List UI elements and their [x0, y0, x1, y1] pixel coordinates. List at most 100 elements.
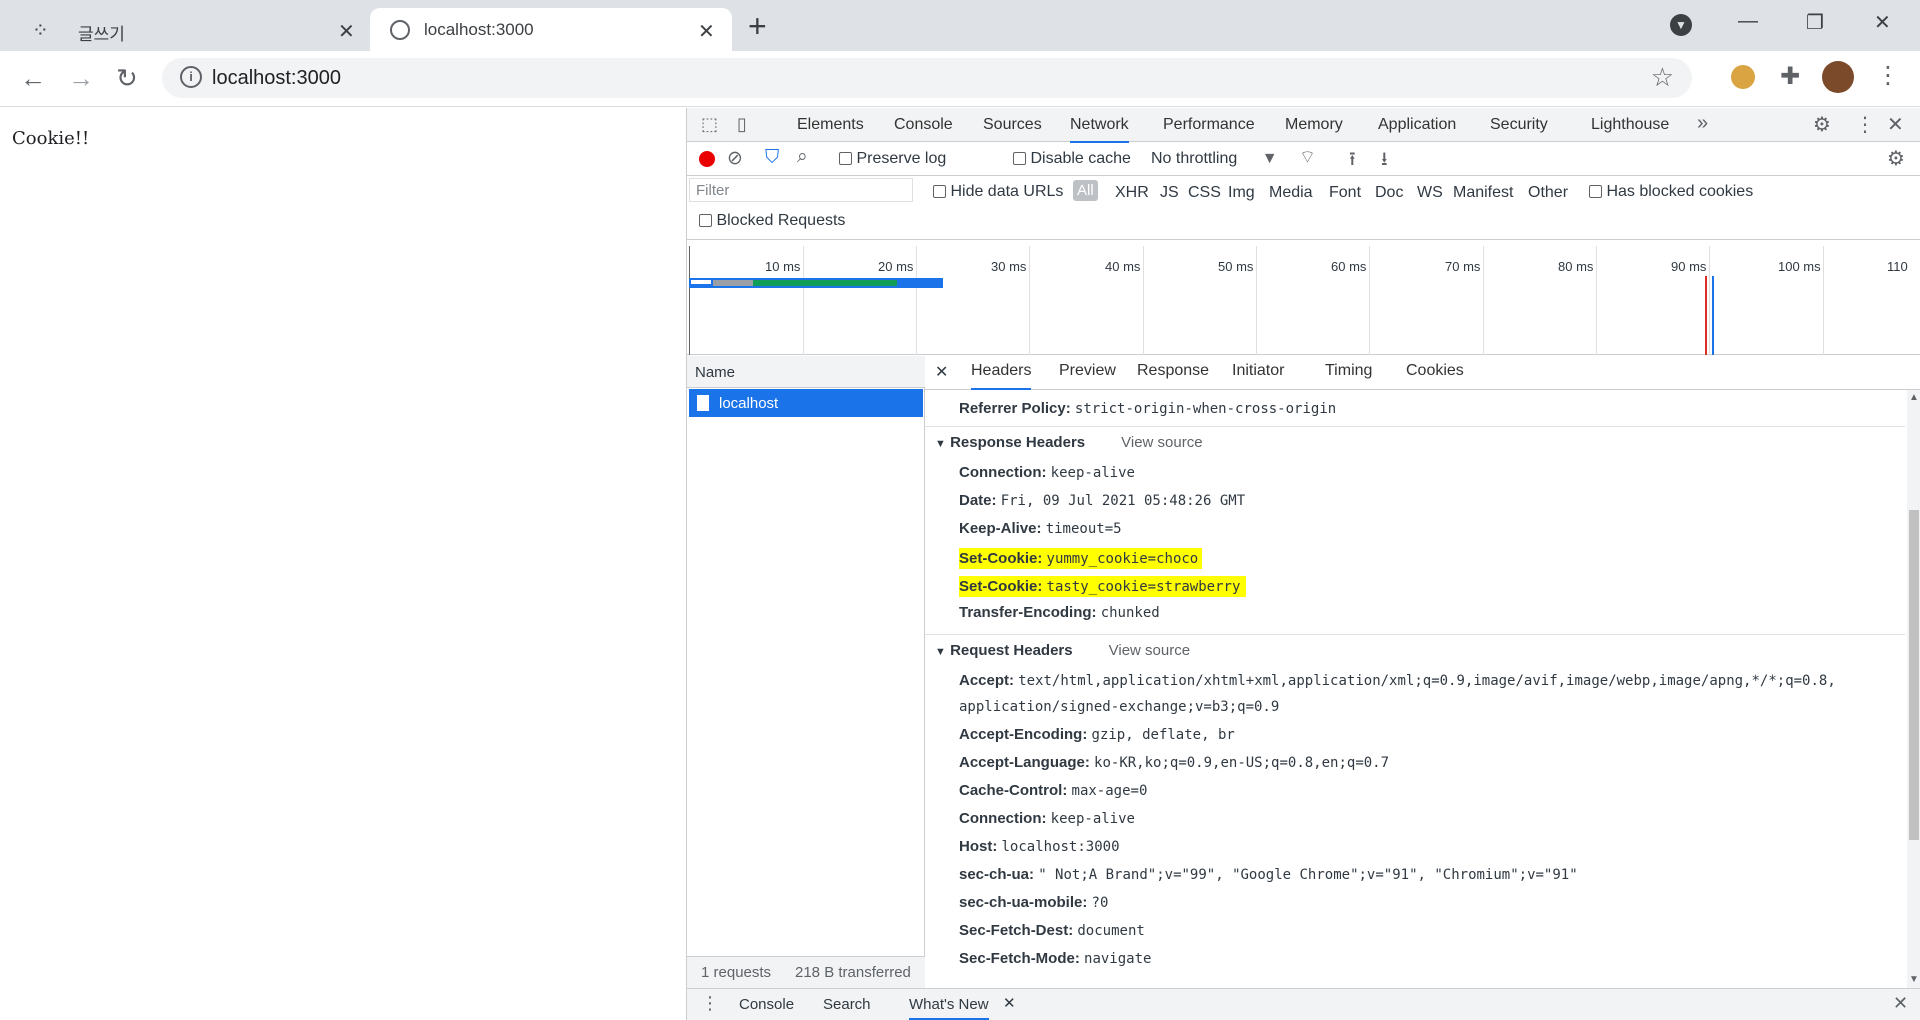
filter-js[interactable]: JS	[1160, 184, 1179, 202]
clear-icon[interactable]: ⊘	[727, 147, 743, 170]
drawer-menu-icon[interactable]: ⋮	[701, 993, 719, 1014]
tab-write[interactable]: ⁘ 글쓰기 ✕	[14, 8, 370, 51]
scroll-up-icon[interactable]: ▲	[1909, 392, 1919, 403]
reload-icon[interactable]: ↻	[116, 63, 138, 94]
scroll-down-icon[interactable]: ▼	[1909, 974, 1919, 985]
restore-icon[interactable]: ❐	[1806, 10, 1824, 35]
drawer-tab-console[interactable]: Console	[739, 996, 794, 1013]
star-icon[interactable]: ☆	[1651, 62, 1674, 93]
close-icon[interactable]: ✕	[698, 19, 715, 44]
filter-img[interactable]: Img	[1228, 184, 1255, 202]
filter-media[interactable]: Media	[1269, 184, 1313, 202]
request-headers-section[interactable]: ▼ Request Headers View source	[935, 642, 1190, 659]
inspect-icon[interactable]: ⬚	[701, 114, 718, 135]
tab-lighthouse[interactable]: Lighthouse	[1591, 116, 1669, 134]
tab-localhost[interactable]: localhost:3000 ✕	[370, 8, 732, 51]
new-tab-icon[interactable]: +	[748, 8, 767, 45]
window-close-icon[interactable]: ✕	[1874, 10, 1891, 35]
kebab-menu-icon[interactable]: ⋮	[1855, 112, 1875, 137]
url-text[interactable]: localhost:3000	[212, 67, 341, 90]
tab-security[interactable]: Security	[1490, 116, 1548, 134]
filter-xhr[interactable]: XHR	[1115, 184, 1149, 202]
tab-elements[interactable]: Elements	[797, 116, 864, 134]
tab-search-icon[interactable]: ▼	[1670, 14, 1692, 36]
filter-css[interactable]: CSS	[1188, 184, 1221, 202]
record-icon[interactable]	[699, 151, 715, 167]
close-detail-icon[interactable]: ✕	[935, 362, 948, 382]
network-conditions-icon[interactable]: ⌔	[1299, 146, 1316, 169]
filter-ws[interactable]: WS	[1417, 184, 1443, 202]
more-tabs-icon[interactable]: »	[1697, 112, 1708, 135]
request-detail: ✕ Headers Preview Response Initiator Tim…	[925, 356, 1920, 988]
blocked-requests-checkbox[interactable]: Blocked Requests	[699, 212, 845, 230]
tab-preview[interactable]: Preview	[1059, 362, 1116, 380]
preserve-log-checkbox[interactable]: Preserve log	[839, 150, 946, 168]
tab-application[interactable]: Application	[1378, 116, 1456, 134]
tab-sources[interactable]: Sources	[983, 116, 1042, 134]
tab-cookies[interactable]: Cookies	[1406, 362, 1464, 380]
avatar[interactable]	[1822, 61, 1854, 93]
request-summary: 1 requests 218 B transferred	[687, 956, 925, 988]
header-row: Date: Fri, 09 Jul 2021 05:48:26 GMT	[959, 492, 1246, 509]
tab-console[interactable]: Console	[894, 116, 953, 134]
close-icon[interactable]: ✕	[338, 19, 355, 44]
name-column-header[interactable]: Name	[687, 356, 925, 388]
tab-performance[interactable]: Performance	[1163, 116, 1255, 134]
request-timing-bar-waiting	[753, 280, 897, 286]
tab-initiator[interactable]: Initiator	[1232, 362, 1284, 380]
drawer-tab-search[interactable]: Search	[823, 996, 871, 1013]
minimize-icon[interactable]: —	[1738, 10, 1758, 33]
filter-doc[interactable]: Doc	[1375, 184, 1403, 202]
export-har-icon[interactable]: ⭳	[1381, 145, 1388, 177]
menu-icon[interactable]: ⋮	[1876, 61, 1900, 90]
header-row: Sec-Fetch-Mode: navigate	[959, 950, 1152, 967]
scrollbar-thumb[interactable]	[1909, 510, 1919, 840]
tick-label: 100 ms	[1778, 259, 1821, 274]
tick-label: 50 ms	[1218, 259, 1254, 274]
gear-icon[interactable]: ⚙	[1813, 112, 1831, 137]
filter-manifest[interactable]: Manifest	[1453, 184, 1513, 202]
response-headers-section[interactable]: ▼ Response Headers View source	[935, 434, 1203, 451]
search-icon[interactable]: ⌕	[797, 146, 808, 168]
header-row: Referrer Policy: strict-origin-when-cros…	[959, 400, 1337, 417]
view-source-link[interactable]: View source	[1121, 434, 1202, 451]
header-row: Transfer-Encoding: chunked	[959, 604, 1160, 621]
network-settings-icon[interactable]: ⚙	[1887, 146, 1905, 171]
network-overview[interactable]: 10 ms 20 ms 30 ms 40 ms 50 ms 60 ms 70 m…	[687, 246, 1920, 355]
filter-font[interactable]: Font	[1329, 184, 1361, 202]
forward-icon[interactable]: →	[68, 63, 94, 94]
devtools-panel: ⬚ ▯ Elements Console Sources Network Per…	[686, 108, 1920, 1020]
filter-input[interactable]: Filter	[689, 178, 913, 202]
cookie-extension-icon[interactable]	[1731, 65, 1755, 89]
throttling-select[interactable]: No throttling ▼	[1151, 150, 1278, 168]
tab-timing[interactable]: Timing	[1325, 362, 1372, 380]
back-icon[interactable]: ←	[20, 63, 46, 94]
devtools-tabbar: ⬚ ▯ Elements Console Sources Network Per…	[687, 108, 1920, 143]
tab-headers[interactable]: Headers	[971, 362, 1032, 390]
close-drawer-icon[interactable]: ✕	[1893, 993, 1908, 1014]
import-har-icon[interactable]: ⭱	[1349, 145, 1356, 177]
close-devtools-icon[interactable]: ✕	[1887, 112, 1904, 137]
view-source-link[interactable]: View source	[1109, 642, 1190, 659]
extensions-icon[interactable]: ✚	[1780, 62, 1800, 91]
drawer-tab-whats-new[interactable]: What's New	[909, 996, 989, 1020]
tab-response[interactable]: Response	[1137, 362, 1209, 380]
filter-other[interactable]: Other	[1528, 184, 1568, 202]
tick-label: 40 ms	[1105, 259, 1141, 274]
tab-memory[interactable]: Memory	[1285, 116, 1343, 134]
request-row-localhost[interactable]: localhost	[689, 389, 923, 417]
hide-data-urls-checkbox[interactable]: Hide data URLs	[933, 183, 1063, 201]
filter-icon[interactable]: ⛉	[765, 147, 779, 169]
tab-network[interactable]: Network	[1070, 116, 1129, 143]
vertical-scrollbar[interactable]: ▲ ▼	[1907, 390, 1920, 988]
device-toolbar-icon[interactable]: ▯	[737, 114, 747, 135]
address-bar[interactable]: i localhost:3000 ☆	[162, 58, 1692, 98]
request-list: Name localhost 1 requests 218 B transfer…	[687, 356, 925, 988]
header-row: Accept-Language: ko-KR,ko;q=0.9,en-US;q=…	[959, 754, 1390, 771]
filter-all[interactable]: All	[1073, 180, 1098, 201]
domcontentloaded-line	[1712, 276, 1714, 355]
has-blocked-cookies-checkbox[interactable]: Has blocked cookies	[1589, 183, 1753, 201]
disable-cache-checkbox[interactable]: Disable cache	[1013, 150, 1131, 168]
close-whats-new-icon[interactable]: ✕	[1003, 994, 1016, 1012]
info-icon[interactable]: i	[180, 66, 202, 88]
